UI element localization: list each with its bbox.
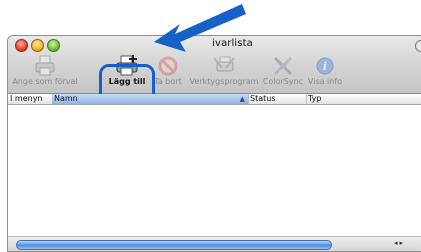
- make-default-button[interactable]: Ange som förval: [12, 54, 78, 92]
- column-name[interactable]: Namn ▲: [52, 94, 249, 104]
- printer-default-icon: [35, 55, 55, 76]
- printer-list[interactable]: [8, 105, 421, 237]
- info-icon: i: [316, 57, 334, 75]
- column-type[interactable]: Typ: [306, 94, 421, 104]
- svg-text:i: i: [323, 60, 327, 73]
- utility-icon: [213, 56, 235, 72]
- colorsync-button[interactable]: ColorSync: [260, 54, 306, 92]
- column-header: I menyn Namn ▲ Status Typ: [8, 94, 421, 105]
- delete-icon: [158, 56, 178, 76]
- utility-button[interactable]: Verktygsprogram: [189, 54, 259, 92]
- scroll-arrows[interactable]: ◂▸: [394, 239, 405, 247]
- column-status[interactable]: Status: [248, 94, 307, 104]
- column-in-menu[interactable]: I menyn: [8, 94, 53, 104]
- show-info-button[interactable]: i Visa info: [304, 54, 346, 92]
- callout-arrow-shape: [154, 4, 246, 52]
- callout-arrow: [154, 4, 246, 52]
- toolbar: Ange som förval Lägg till Ta bort Verkty…: [8, 54, 421, 112]
- toolbar-toggle-button[interactable]: [415, 40, 421, 52]
- horizontal-scrollbar[interactable]: ◂▸: [8, 236, 421, 251]
- printer-list-window: ivarlista Ange som förval Lägg till Ta b…: [7, 35, 421, 252]
- sort-ascending-icon: ▲: [239, 95, 245, 103]
- colorsync-icon: [273, 56, 293, 76]
